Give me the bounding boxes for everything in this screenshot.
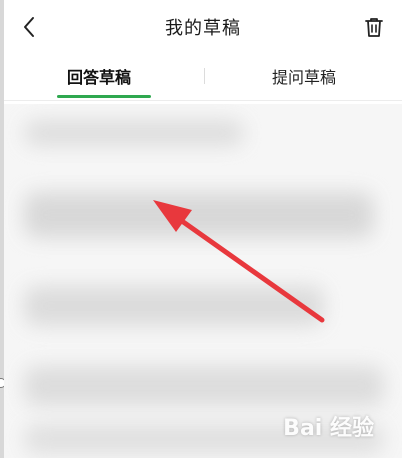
- tab-answer-drafts-label: 回答草稿: [66, 68, 131, 87]
- tab-question-drafts-label: 提问草稿: [271, 68, 336, 87]
- active-tab-indicator: [57, 95, 151, 98]
- page-title: 我的草稿: [165, 18, 241, 39]
- header-bar: 我的草稿: [4, 0, 402, 52]
- list-item[interactable]: [24, 192, 374, 238]
- drafts-list: [4, 104, 402, 458]
- delete-button[interactable]: [360, 13, 388, 41]
- trash-icon: [365, 18, 383, 37]
- list-item[interactable]: [24, 120, 244, 146]
- tab-answer-drafts[interactable]: 回答草稿: [4, 52, 194, 100]
- drafts-screen: 我的草稿 回答草稿 提问草稿 Bai 经验: [0, 0, 402, 458]
- tab-bar: 回答草稿 提问草稿: [4, 52, 402, 101]
- watermark: Bai 经验: [283, 416, 374, 441]
- tab-question-drafts[interactable]: 提问草稿: [209, 52, 399, 100]
- list-item[interactable]: [24, 366, 384, 406]
- tab-divider: [204, 68, 205, 84]
- list-item[interactable]: [24, 286, 324, 326]
